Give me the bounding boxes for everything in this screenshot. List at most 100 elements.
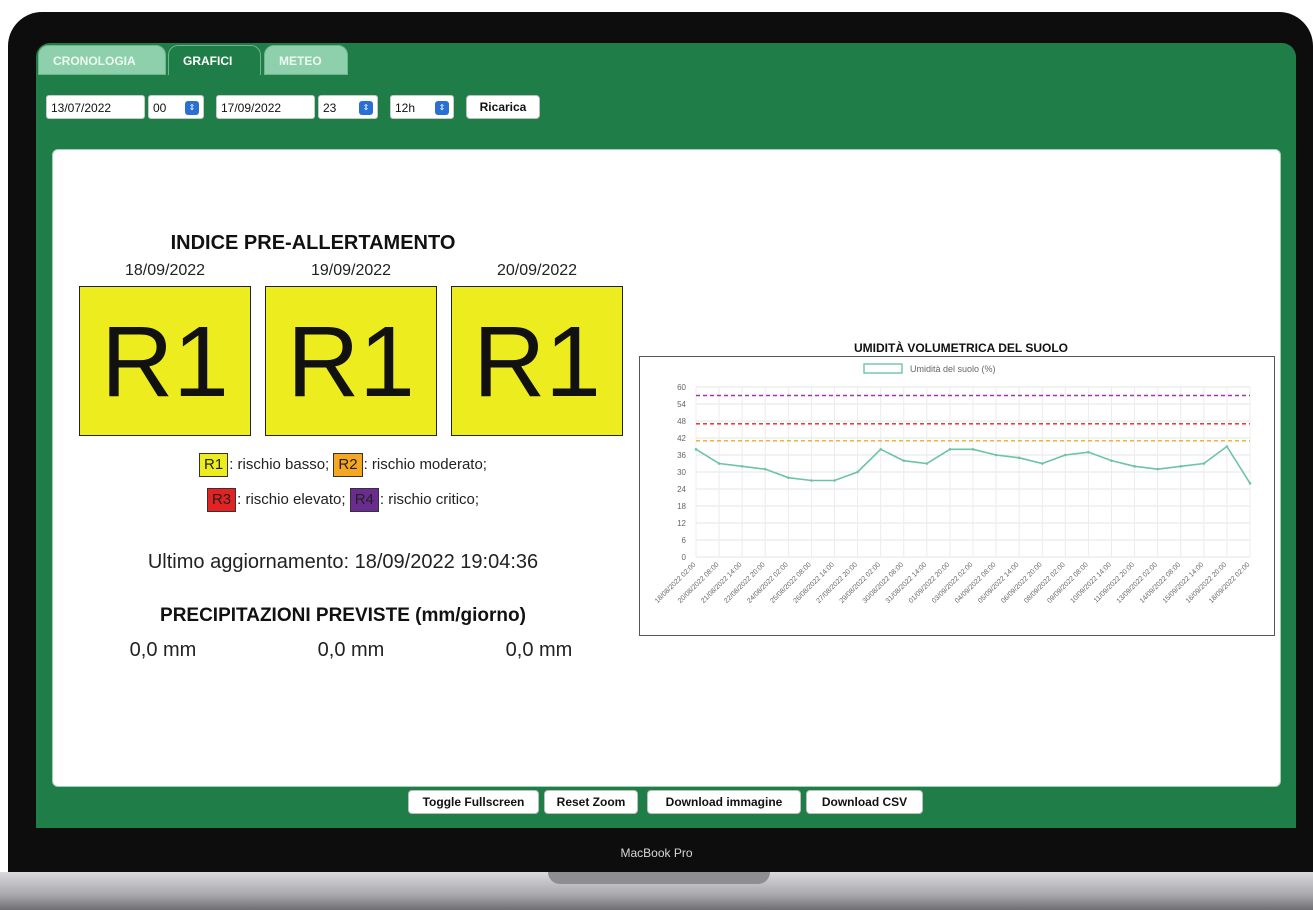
hour-to-select[interactable]: 23 ⇕ xyxy=(318,95,378,119)
x-tick-label: 05/09/2022 14:00 xyxy=(977,561,1021,605)
series-point xyxy=(717,462,721,465)
series-point xyxy=(833,479,836,482)
y-tick-label: 60 xyxy=(677,383,686,392)
risk-chip-r1: R1 xyxy=(199,453,229,477)
series-point xyxy=(1110,459,1113,462)
y-tick-label: 24 xyxy=(677,485,686,494)
x-tick-label: 25/08/2022 08:00 xyxy=(769,561,813,605)
tab-meteo[interactable]: METEO xyxy=(264,45,348,75)
legend-swatch xyxy=(863,363,903,374)
series-point xyxy=(1017,456,1021,460)
risk-label-r3: : rischio elevato; xyxy=(237,491,346,508)
alert-level-box: R1 xyxy=(79,286,251,436)
series-point xyxy=(1202,462,1206,465)
series-point xyxy=(763,467,767,471)
x-tick-label: 15/09/2022 14:00 xyxy=(1162,561,1206,605)
x-tick-label: 09/09/2022 08:00 xyxy=(1046,561,1090,605)
alert-level-box: R1 xyxy=(265,286,437,436)
x-tick-label: 18/09/2022 02:00 xyxy=(1208,561,1252,605)
series-point xyxy=(810,479,813,482)
x-tick-label: 04/09/2022 08:00 xyxy=(954,561,998,605)
x-tick-label: 31/08/2022 14:00 xyxy=(885,561,929,605)
interval-select[interactable]: 12h ⇕ xyxy=(390,95,454,119)
alert-index-title: INDICE PRE-ALLERTAMENTO xyxy=(170,232,456,254)
series-point xyxy=(1225,445,1229,448)
select-arrows-icon: ⇕ xyxy=(185,101,199,115)
alert-day-date: 18/09/2022 xyxy=(124,262,206,279)
y-tick-label: 36 xyxy=(677,451,686,460)
precipitation-value: 0,0 mm xyxy=(317,639,385,661)
x-tick-label: 14/09/2022 08:00 xyxy=(1139,561,1183,605)
x-tick-label: 01/09/2022 20:00 xyxy=(908,561,952,605)
x-tick-label: 20/08/2022 08:00 xyxy=(677,561,721,605)
x-tick-label: 06/09/2022 20:00 xyxy=(1000,561,1044,605)
x-tick-label: 21/08/2022 14:00 xyxy=(700,561,744,605)
chart-toolbar: Toggle Fullscreen Reset Zoom Download im… xyxy=(36,790,1296,814)
alert-level-box: R1 xyxy=(451,286,623,436)
x-tick-label: 13/09/2022 02:00 xyxy=(1116,561,1160,605)
chart-canvas: 0 6 12 18 24 30 36 42 48 54 60 18/08/2022 02:0020/0… xyxy=(654,363,1252,605)
series-point xyxy=(1133,465,1136,468)
x-tick-label: 11/09/2022 20:00 xyxy=(1093,561,1136,604)
series-point xyxy=(902,459,906,462)
hour-from-select[interactable]: 00 ⇕ xyxy=(148,95,204,119)
alert-day-date: 19/09/2022 xyxy=(310,262,392,279)
hour-to-value: 23 xyxy=(323,101,337,115)
risk-legend-row: R3: rischio elevato; R4: rischio critico… xyxy=(53,488,633,512)
series-point xyxy=(1156,467,1159,471)
series-point xyxy=(925,462,929,465)
interval-value: 12h xyxy=(395,101,416,115)
chart-title: UMIDITÀ VOLUMETRICA DEL SUOLO xyxy=(854,341,1068,355)
x-tick-label: 08/09/2022 02:00 xyxy=(1023,561,1067,605)
download-csv-button[interactable]: Download CSV xyxy=(806,790,923,814)
laptop-notch xyxy=(548,872,770,884)
series-point xyxy=(1248,482,1252,485)
x-tick-label: 18/08/2022 02:00 xyxy=(654,561,698,605)
y-tick-label: 18 xyxy=(677,502,686,511)
precipitation-title: PRECIPITAZIONI PREVISTE (mm/giorno) xyxy=(160,605,526,626)
date-to-input[interactable]: 17/09/2022 xyxy=(216,95,315,119)
series-point xyxy=(948,448,952,451)
series-point xyxy=(856,470,859,474)
reset-zoom-button[interactable]: Reset Zoom xyxy=(544,790,638,814)
risk-label-r4: : rischio critico; xyxy=(379,491,480,508)
legend-label: Umidità del suolo (%) xyxy=(910,364,996,374)
risk-label-r1: : rischio basso; xyxy=(229,456,330,473)
tab-cronologia[interactable]: CRONOLOGIA xyxy=(38,45,166,75)
risk-chip-r3: R3 xyxy=(206,488,237,512)
series-point xyxy=(740,465,744,468)
series-point xyxy=(1179,465,1183,468)
select-arrows-icon: ⇕ xyxy=(435,101,449,115)
x-tick-label: 26/08/2022 14:00 xyxy=(792,561,836,605)
date-from-input[interactable]: 13/07/2022 xyxy=(46,95,145,119)
x-tick-label: 16/09/2022 20:00 xyxy=(1185,561,1229,605)
app-screen: CRONOLOGIA GRAFICI METEO 13/07/2022 00 ⇕… xyxy=(36,43,1296,828)
reload-button[interactable]: Ricarica xyxy=(466,95,540,119)
toggle-fullscreen-button[interactable]: Toggle Fullscreen xyxy=(408,790,539,814)
y-tick-label: 0 xyxy=(682,553,687,562)
y-tick-label: 48 xyxy=(677,417,686,426)
download-image-button[interactable]: Download immagine xyxy=(647,790,801,814)
precipitation-value: 0,0 mm xyxy=(129,639,197,661)
hour-from-value: 00 xyxy=(153,101,167,115)
precipitation-value: 0,0 mm xyxy=(505,639,573,661)
device-label: MacBook Pro xyxy=(620,846,693,860)
risk-chip-r4: R4 xyxy=(349,488,379,512)
series-point xyxy=(694,448,698,451)
y-tick-label: 54 xyxy=(677,400,686,409)
soil-moisture-chart[interactable]: 0 6 12 18 24 30 36 42 48 54 60 18/08/2022 02:00 20/0… xyxy=(639,356,1275,636)
series-point xyxy=(1064,453,1067,457)
x-tick-label: 30/08/2022 08:00 xyxy=(862,561,906,605)
dashboard-panel: INDICE PRE-ALLERTAMENTO 18/09/2022 19/09… xyxy=(52,149,1281,787)
risk-legend-row: R1: rischio basso; R2: rischio moderato; xyxy=(53,453,633,477)
tab-grafici[interactable]: GRAFICI xyxy=(168,45,261,75)
x-tick-label: 24/08/2022 02:00 xyxy=(746,561,790,605)
y-tick-label: 30 xyxy=(677,468,686,477)
x-tick-label: 27/08/2022 20:00 xyxy=(816,561,860,605)
risk-chip-r2: R2 xyxy=(333,453,363,477)
series-point xyxy=(1040,462,1044,465)
x-tick-label: 29/08/2022 02:00 xyxy=(839,561,883,605)
series-point xyxy=(971,448,975,451)
x-tick-label: 22/08/2022 20:00 xyxy=(723,561,767,605)
y-tick-label: 6 xyxy=(682,536,687,545)
